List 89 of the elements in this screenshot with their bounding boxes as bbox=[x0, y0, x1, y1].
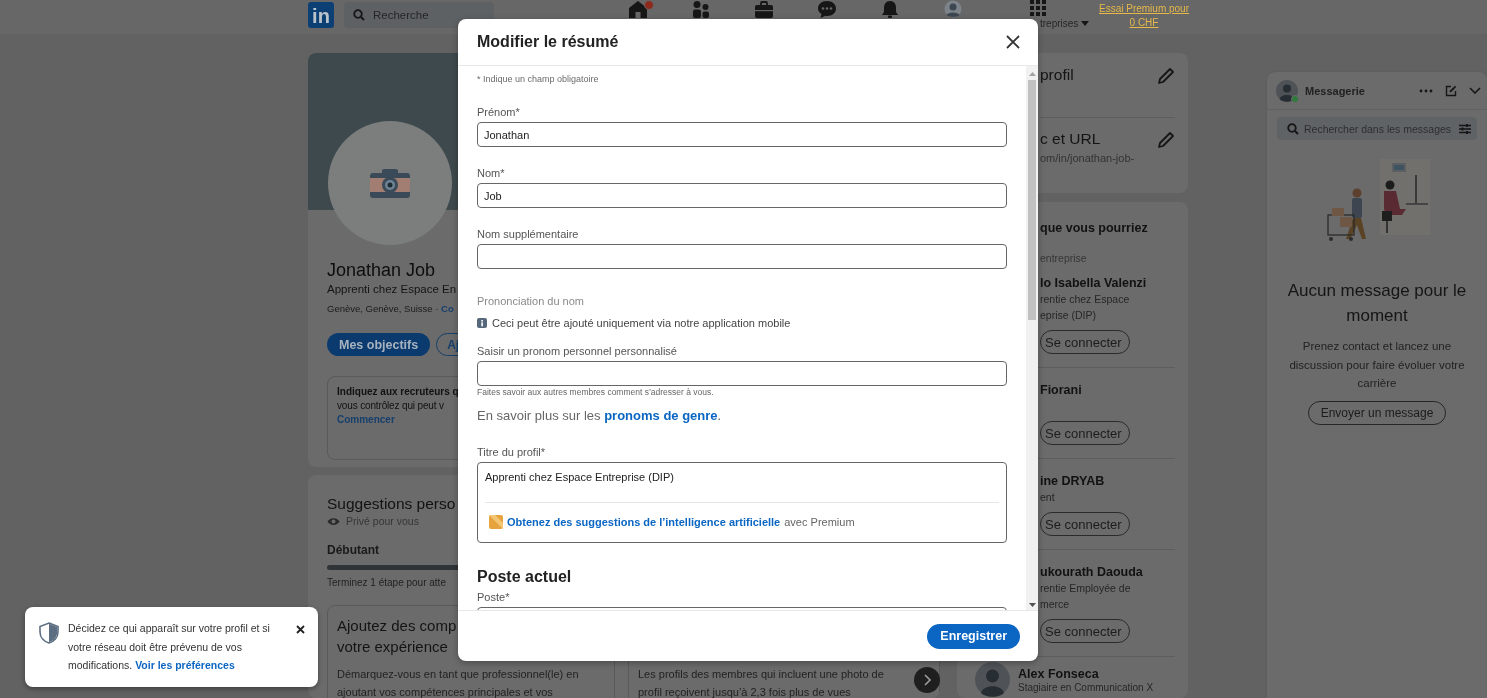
search-input[interactable]: Recherche bbox=[373, 9, 473, 21]
suggestion-title: Ajoutez des comp votre expérience bbox=[337, 616, 457, 657]
people-icon[interactable] bbox=[690, 0, 711, 18]
required-note: * Indique un champ obligatoire bbox=[477, 73, 600, 86]
empty-state-title: Aucun message pour le moment bbox=[1286, 280, 1468, 327]
person-name[interactable]: ukourath Daouda bbox=[1040, 564, 1143, 580]
profile-headline: Apprenti chez Espace En bbox=[327, 282, 457, 297]
text-field[interactable] bbox=[477, 244, 1007, 269]
eye-icon bbox=[327, 516, 340, 526]
briefcase-icon[interactable] bbox=[753, 0, 774, 18]
close-icon[interactable] bbox=[295, 624, 306, 635]
messaging-title[interactable]: Messagerie bbox=[1305, 84, 1407, 97]
field-label: Saisir un pronom personnel personnalisé bbox=[477, 344, 678, 359]
profile-url: om/in/jonathan-job- bbox=[1040, 151, 1135, 166]
scrollbar-thumb[interactable] bbox=[1028, 80, 1036, 320]
start-link[interactable]: Commencer bbox=[337, 413, 395, 427]
settings-title: profil bbox=[1040, 65, 1074, 85]
suggestion-text: Démarquez-vous en tant que professionnel(le) en ajoutant vos compétences principales et vos bbox=[337, 667, 579, 698]
headline-field[interactable]: Apprenti chez Espace Entreprise (DIP) Obtenez des suggestions de l’intelligence artificielle avec Premium bbox=[477, 462, 1007, 543]
caret-icon bbox=[1081, 21, 1090, 27]
chevron-down-icon[interactable] bbox=[1469, 87, 1481, 94]
logo[interactable]: in bbox=[308, 2, 334, 28]
premium-icon bbox=[489, 515, 503, 529]
info-text: Ceci peut être ajouté uniquement via notre application mobile bbox=[492, 316, 791, 331]
avatar-icon[interactable] bbox=[942, 0, 963, 18]
more-icon[interactable] bbox=[1419, 88, 1433, 93]
pencil-icon[interactable] bbox=[1156, 130, 1175, 149]
profile-location: Genève, Genève, Suisse · bbox=[327, 303, 439, 314]
chat-icon[interactable] bbox=[816, 0, 837, 18]
settings-title: c et URL bbox=[1040, 129, 1102, 149]
person-name[interactable]: lo Isabella Valenzi bbox=[1040, 275, 1147, 291]
avatar-icon bbox=[1276, 79, 1298, 102]
pencil-icon[interactable] bbox=[1156, 66, 1175, 85]
notice-title: Indiquez aux recruteurs q bbox=[337, 385, 459, 399]
field-label: Prénom* bbox=[477, 105, 521, 120]
filter-icon[interactable] bbox=[1459, 123, 1471, 134]
text-field[interactable]: Jonathan bbox=[477, 122, 1007, 147]
preferences-link[interactable]: Voir les préférences bbox=[135, 659, 235, 671]
toast-text: Décidez ce qui apparaît sur votre profil et si votre réseau doit être prévenu de vos modifications. Voir les préférences bbox=[68, 621, 271, 673]
person-headline: Stagiaire en Communication X bbox=[1018, 682, 1154, 694]
field-label: Poste* bbox=[477, 590, 511, 605]
field-label: Nom supplémentaire bbox=[477, 227, 580, 242]
suggestions-title: Suggestions perso bbox=[327, 495, 456, 513]
premium-note: avec Premium bbox=[784, 515, 855, 530]
text-field[interactable] bbox=[477, 361, 1007, 386]
next-button[interactable] bbox=[914, 667, 940, 693]
save-button[interactable]: Enregistrer bbox=[927, 623, 1020, 649]
contact-link[interactable]: Co bbox=[441, 303, 454, 314]
close-icon[interactable] bbox=[1005, 34, 1021, 50]
info-icon bbox=[477, 318, 487, 328]
learn-more-text: En savoir plus sur les pronoms de genre. bbox=[477, 407, 723, 425]
person-name[interactable]: Fiorani bbox=[1040, 382, 1082, 398]
empty-state-text: Prenez contact et lancez une discussion pour faire évoluer votre carrière bbox=[1288, 339, 1466, 391]
progress-status: Terminez 1 étape pour atte bbox=[327, 576, 446, 590]
scroll-down-icon bbox=[1028, 603, 1036, 607]
shield-icon bbox=[39, 622, 59, 644]
progress-stage: Débutant bbox=[327, 542, 380, 558]
compose-icon[interactable] bbox=[1445, 84, 1457, 97]
people-title: que vous pourriez bbox=[1039, 220, 1148, 236]
search-field[interactable]: Recherche bbox=[344, 2, 494, 28]
text-field[interactable]: Job bbox=[477, 183, 1007, 208]
suggestion-text: Les profils des membres qui incluent une photo de profil reçoivent jusqu’à 2,3 fois plus de vues bbox=[638, 667, 884, 698]
profile-action-button[interactable]: Mes objectifs bbox=[327, 333, 431, 356]
home-icon[interactable] bbox=[627, 0, 648, 18]
premium-link[interactable]: Essai Premium pour 0 CHF bbox=[1096, 2, 1192, 30]
person-headline: rentie chez Espace eprise (DIP) bbox=[1040, 292, 1130, 323]
grid-icon[interactable] bbox=[1030, 0, 1046, 16]
business-menu[interactable]: treprises bbox=[1040, 18, 1090, 30]
notice-text: vous contrôlez qui peut v bbox=[337, 399, 444, 413]
dialog-title: Modifier le résumé bbox=[477, 33, 619, 51]
gender-pronouns-link[interactable]: pronoms de genre bbox=[604, 408, 718, 423]
scrollbar[interactable] bbox=[1026, 66, 1038, 610]
helper-text: Faites savoir aux autres membres comment s’adresser à vous. bbox=[477, 387, 715, 397]
profile-name: Jonathan Job bbox=[327, 260, 436, 280]
field-label: Titre du profil* bbox=[477, 445, 547, 460]
person-name[interactable]: Alex Fonseca bbox=[1018, 666, 1099, 682]
section-heading: Poste actuel bbox=[477, 567, 572, 587]
camera-icon bbox=[370, 168, 410, 198]
scroll-up-icon bbox=[1028, 72, 1036, 76]
search-icon bbox=[353, 9, 365, 21]
search-icon bbox=[1287, 122, 1299, 135]
ai-suggestions-link[interactable]: Obtenez des suggestions de l’intelligence artificielle bbox=[507, 514, 781, 530]
section-label: Prononciation du nom bbox=[477, 294, 585, 309]
chevron-right-icon bbox=[923, 674, 931, 686]
person-headline: rentie Employée de merce bbox=[1040, 581, 1131, 612]
bell-icon[interactable] bbox=[879, 0, 900, 18]
person-name[interactable]: ine DRYAB bbox=[1040, 473, 1105, 489]
field-label: Nom* bbox=[477, 166, 506, 181]
person-headline: ent bbox=[1040, 490, 1055, 505]
